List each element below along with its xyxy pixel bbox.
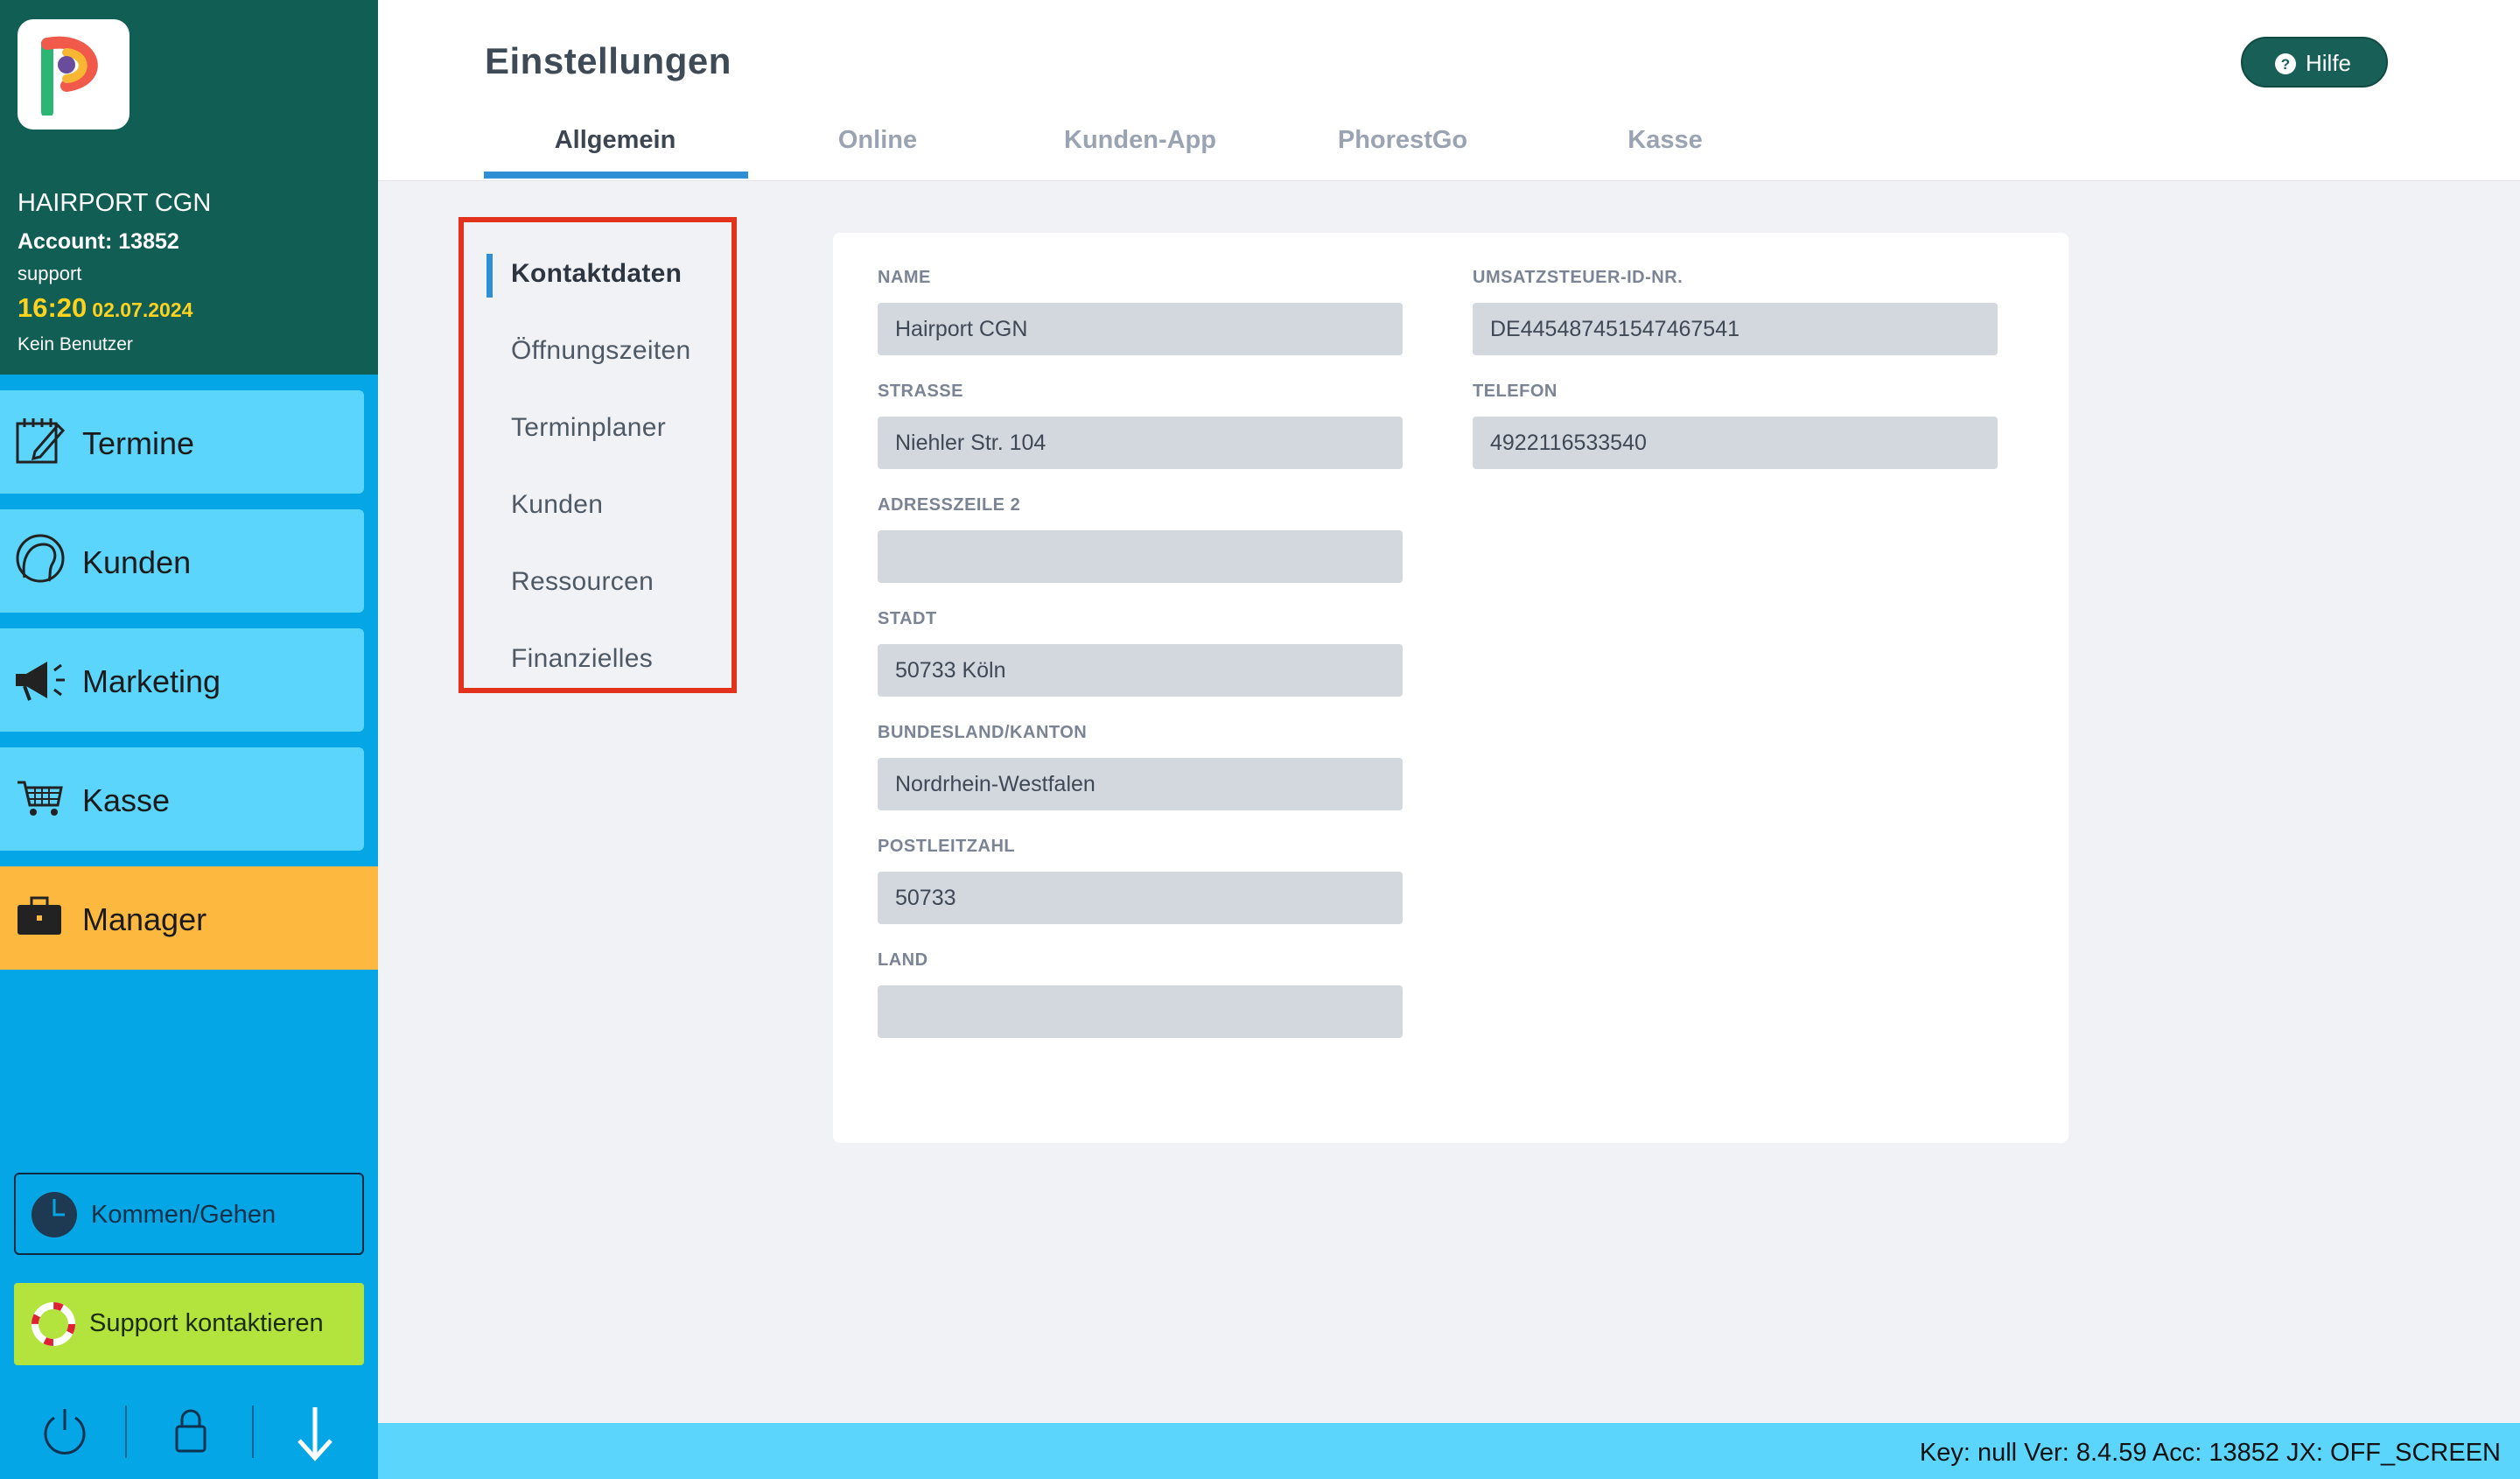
nav-item-termine[interactable]: Termine [0,390,364,494]
briefcase-icon [18,896,61,935]
field-label-address-line-2: ADRESSZEILE 2 [878,495,1021,515]
nav-label: Kunden [82,544,192,580]
nav-label: Manager [82,901,207,937]
nav-label: Marketing [82,663,221,699]
tab-kasse[interactable]: Kasse [1534,126,1796,155]
field-label-postal-code: POSTLEITZAHL [878,837,1016,856]
city-field[interactable]: 50733 Köln [878,644,1403,697]
calendar-edit-icon [16,418,66,464]
postal-code-field[interactable]: 50733 [878,872,1403,924]
street-field[interactable]: Niehler Str. 104 [878,417,1403,469]
field-label-country: LAND [878,950,928,970]
field-label-name: NAME [878,268,931,287]
clock-in-out-label: Kommen/Gehen [91,1201,276,1229]
nav-item-manager[interactable]: Manager [0,866,378,970]
tab-kunden-app[interactable]: Kunden-App [1009,126,1271,155]
lifebuoy-icon [32,1302,75,1346]
tab-phorestgo[interactable]: PhorestGo [1271,126,1534,155]
divider [125,1405,127,1458]
logged-user-status: Kein Benutzer [18,334,133,354]
page-title: Einstellungen [485,40,732,81]
settings-subnav: Kontaktdaten Öffnungszeiten Terminplaner… [458,217,737,693]
current-time: 16:20 [18,292,88,323]
sidebar: HAIRPORT CGN Account: 13852 support 16:2… [0,0,378,1479]
account-number: Account: 13852 [18,229,179,254]
phone-field[interactable]: 4922116533540 [1473,417,1998,469]
app-logo [18,19,130,130]
help-button[interactable]: ? Hilfe [2241,37,2388,88]
field-label-vat-id: UMSATZSTEUER-ID-NR. [1473,268,1684,287]
subnav-item-ressourcen[interactable]: Ressourcen [511,567,654,597]
field-label-city: STADT [878,609,937,628]
subnav-item-terminplaner[interactable]: Terminplaner [511,413,666,443]
shopping-cart-icon [18,781,63,816]
nav-label: Kasse [82,782,171,818]
customer-head-icon [16,534,65,583]
nav-item-kunden[interactable]: Kunden [0,509,364,613]
contact-form-card: NAME Hairport CGN STRASSE Niehler Str. 1… [833,233,2068,1143]
field-label-street: STRASSE [878,382,963,401]
field-label-state: BUNDESLAND/KANTON [878,723,1088,742]
current-date: 02.07.2024 [92,298,193,321]
name-field[interactable]: Hairport CGN [878,303,1403,355]
status-bar: Key: null Ver: 8.4.59 Acc: 13852 JX: OFF… [378,1423,2520,1479]
support-button[interactable]: Support kontaktieren [14,1283,364,1365]
status-text: Key: null Ver: 8.4.59 Acc: 13852 JX: OFF… [1919,1439,2501,1467]
power-icon[interactable] [38,1404,91,1456]
tab-allgemein[interactable]: Allgemein [484,126,746,155]
account-user: support [18,263,82,284]
divider [252,1405,254,1458]
country-field[interactable] [878,985,1403,1038]
subnav-item-oeffnungszeiten[interactable]: Öffnungszeiten [511,336,690,366]
subnav-item-finanzielles[interactable]: Finanzielles [511,644,653,674]
sidebar-footer [0,1391,378,1479]
clock-display: 16:20 02.07.2024 [18,292,192,324]
lock-icon[interactable] [164,1404,217,1456]
account-name: HAIRPORT CGN [18,189,212,217]
tab-online[interactable]: Online [746,126,1009,155]
subnav-item-kunden[interactable]: Kunden [511,490,603,520]
vat-id-field[interactable]: DE445487451547467541 [1473,303,1998,355]
field-label-phone: TELEFON [1473,382,1558,401]
active-tab-indicator [484,172,748,179]
state-field[interactable]: Nordrhein-Westfalen [878,758,1403,810]
question-icon: ? [2275,53,2296,74]
support-label: Support kontaktieren [89,1309,324,1337]
help-label: Hilfe [2306,50,2352,76]
nav-label: Termine [82,425,195,461]
svg-text:?: ? [2281,56,2290,73]
nav-item-marketing[interactable]: Marketing [0,628,364,732]
clock-in-out-button[interactable]: Kommen/Gehen [14,1173,364,1255]
active-item-indicator [486,254,493,298]
clock-icon [32,1192,77,1237]
subnav-item-kontaktdaten[interactable]: Kontaktdaten [511,259,682,289]
address-line-2-field[interactable] [878,530,1403,583]
nav-item-kasse[interactable]: Kasse [0,747,364,851]
page-header: Einstellungen ? Hilfe Allgemein Online K… [378,0,2520,181]
megaphone-icon [16,662,65,701]
account-panel: HAIRPORT CGN Account: 13852 support 16:2… [0,0,378,375]
arrow-down-icon[interactable] [289,1404,341,1461]
